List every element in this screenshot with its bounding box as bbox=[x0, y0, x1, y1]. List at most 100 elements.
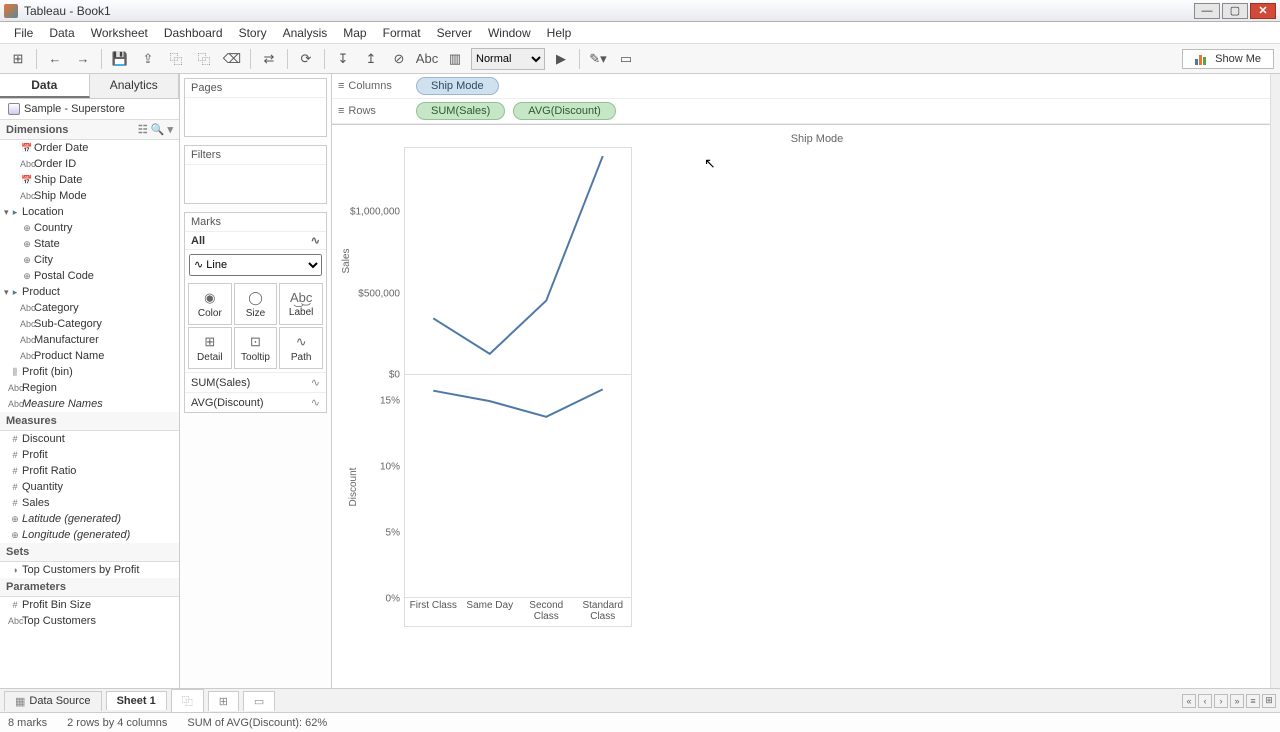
close-button[interactable]: ✕ bbox=[1250, 3, 1276, 19]
plot-discount[interactable] bbox=[405, 375, 631, 598]
tab-list-icon[interactable]: ≡ bbox=[1246, 694, 1260, 708]
undo-icon[interactable]: ← bbox=[43, 47, 67, 71]
mark-card-tooltip[interactable]: ⊡Tooltip bbox=[234, 327, 278, 369]
mark-channel[interactable]: SUM(Sales)∿ bbox=[185, 372, 326, 392]
filters-shelf[interactable]: Filters bbox=[184, 145, 327, 204]
tab-analytics[interactable]: Analytics bbox=[90, 74, 180, 98]
menu-server[interactable]: Server bbox=[429, 26, 480, 40]
pill-avg-discount[interactable]: AVG(Discount) bbox=[513, 102, 616, 120]
new-story-tab[interactable]: ▭ bbox=[243, 691, 275, 711]
menu-data[interactable]: Data bbox=[41, 26, 82, 40]
field-item[interactable]: ⫼Profit (bin) bbox=[0, 364, 179, 380]
chart-canvas[interactable]: Ship Mode Sales $0$500,000$1,000,000 Dis… bbox=[332, 125, 1270, 688]
field-item[interactable]: ⊕Postal Code bbox=[0, 268, 179, 284]
group-icon[interactable]: ⊘ bbox=[387, 47, 411, 71]
field-item[interactable]: #Quantity bbox=[0, 479, 179, 495]
mark-card-label[interactable]: A͜b͜cLabel bbox=[279, 283, 323, 325]
tab-grid-icon[interactable]: ⊞ bbox=[1262, 694, 1276, 708]
data-source-item[interactable]: Sample - Superstore bbox=[0, 99, 179, 120]
mark-channel[interactable]: AVG(Discount)∿ bbox=[185, 392, 326, 412]
field-item[interactable]: ⊕State bbox=[0, 236, 179, 252]
field-item[interactable]: ⊕Longitude (generated) bbox=[0, 527, 179, 543]
minimize-button[interactable]: — bbox=[1194, 3, 1220, 19]
menu-dashboard[interactable]: Dashboard bbox=[156, 26, 231, 40]
tab-prev-icon[interactable]: ‹ bbox=[1198, 694, 1212, 708]
mark-card-path[interactable]: ∿Path bbox=[279, 327, 323, 369]
menu-file[interactable]: File bbox=[6, 26, 41, 40]
menu-map[interactable]: Map bbox=[335, 26, 374, 40]
field-item[interactable]: AbcProduct Name bbox=[0, 348, 179, 364]
field-item[interactable]: #Discount bbox=[0, 431, 179, 447]
menu-dropdown-icon[interactable]: ▾ bbox=[167, 123, 173, 136]
field-item[interactable]: 📅Ship Date bbox=[0, 172, 179, 188]
rows-shelf[interactable]: ≡Rows SUM(Sales) AVG(Discount) bbox=[332, 99, 1270, 124]
start-page-icon[interactable]: ⊞ bbox=[6, 47, 30, 71]
duplicate-icon[interactable]: ⿻ bbox=[192, 47, 216, 71]
tab-sheet-1[interactable]: Sheet 1 bbox=[106, 691, 167, 710]
x-axis[interactable]: First ClassSame DaySecond ClassStandard … bbox=[405, 598, 631, 626]
view-cards-icon[interactable]: ▥ bbox=[443, 47, 467, 71]
swap-icon[interactable]: ⇄ bbox=[257, 47, 281, 71]
maximize-button[interactable]: ▢ bbox=[1222, 3, 1248, 19]
fit-selector[interactable]: Normal bbox=[471, 48, 545, 70]
pill-ship-mode[interactable]: Ship Mode bbox=[416, 77, 499, 95]
field-item[interactable]: AbcTop Customers bbox=[0, 613, 179, 629]
show-labels-icon[interactable]: Abc bbox=[415, 47, 439, 71]
redo-icon[interactable]: → bbox=[71, 47, 95, 71]
tab-data-source[interactable]: ▦Data Source bbox=[4, 691, 102, 711]
mark-card-color[interactable]: ◉Color bbox=[188, 283, 232, 325]
field-item[interactable]: AbcSub-Category bbox=[0, 316, 179, 332]
refresh-icon[interactable]: ⟳ bbox=[294, 47, 318, 71]
field-item[interactable]: AbcMeasure Names bbox=[0, 396, 179, 412]
tab-first-icon[interactable]: « bbox=[1182, 694, 1196, 708]
show-filter-icon[interactable]: ▭ bbox=[614, 47, 638, 71]
mark-card-detail[interactable]: ⊞Detail bbox=[188, 327, 232, 369]
pill-sum-sales[interactable]: SUM(Sales) bbox=[416, 102, 505, 120]
columns-shelf[interactable]: ≡Columns Ship Mode bbox=[332, 74, 1270, 99]
show-me-button[interactable]: Show Me bbox=[1182, 49, 1274, 69]
new-dashboard-tab[interactable]: ⊞ bbox=[208, 691, 239, 711]
plot-sales[interactable] bbox=[405, 148, 631, 375]
menu-format[interactable]: Format bbox=[375, 26, 429, 40]
field-item[interactable]: ⊕Latitude (generated) bbox=[0, 511, 179, 527]
save-icon[interactable]: 💾 bbox=[108, 47, 132, 71]
menu-story[interactable]: Story bbox=[231, 26, 275, 40]
menu-window[interactable]: Window bbox=[480, 26, 539, 40]
field-item[interactable]: AbcShip Mode bbox=[0, 188, 179, 204]
field-item[interactable]: AbcCategory bbox=[0, 300, 179, 316]
field-item[interactable]: ▾▸Product bbox=[0, 284, 179, 300]
field-item[interactable]: AbcManufacturer bbox=[0, 332, 179, 348]
y-axis-sales[interactable]: Sales $0$500,000$1,000,000 bbox=[332, 147, 404, 375]
new-worksheet-tab[interactable]: ⿻ bbox=[171, 689, 204, 712]
search-icon[interactable]: 🔍 bbox=[151, 123, 165, 136]
menu-worksheet[interactable]: Worksheet bbox=[83, 26, 156, 40]
pages-shelf[interactable]: Pages bbox=[184, 78, 327, 137]
tab-last-icon[interactable]: » bbox=[1230, 694, 1244, 708]
vertical-scrollbar[interactable] bbox=[1270, 74, 1280, 688]
new-data-icon[interactable]: ⇪ bbox=[136, 47, 160, 71]
field-item[interactable]: #Sales bbox=[0, 495, 179, 511]
field-item[interactable]: ⊕Country bbox=[0, 220, 179, 236]
sort-asc-icon[interactable]: ↧ bbox=[331, 47, 355, 71]
menu-help[interactable]: Help bbox=[539, 26, 580, 40]
menu-analysis[interactable]: Analysis bbox=[275, 26, 336, 40]
field-item[interactable]: ⊕City bbox=[0, 252, 179, 268]
field-item[interactable]: 📅Order Date bbox=[0, 140, 179, 156]
tab-data[interactable]: Data bbox=[0, 74, 90, 98]
clear-icon[interactable]: ⌫ bbox=[220, 47, 244, 71]
tab-next-icon[interactable]: › bbox=[1214, 694, 1228, 708]
field-item[interactable]: ◑Top Customers by Profit bbox=[0, 562, 179, 578]
y-axis-discount[interactable]: Discount 0%5%10%15% bbox=[332, 375, 404, 599]
presentation-icon[interactable]: ▶ bbox=[549, 47, 573, 71]
field-item[interactable]: #Profit bbox=[0, 447, 179, 463]
mark-type-selector[interactable]: ∿ Line bbox=[189, 254, 322, 276]
field-item[interactable]: #Profit Ratio bbox=[0, 463, 179, 479]
highlight-icon[interactable]: ✎▾ bbox=[586, 47, 610, 71]
sort-desc-icon[interactable]: ↥ bbox=[359, 47, 383, 71]
field-item[interactable]: #Profit Bin Size bbox=[0, 597, 179, 613]
mark-card-size[interactable]: ◯Size bbox=[234, 283, 278, 325]
field-item[interactable]: AbcOrder ID bbox=[0, 156, 179, 172]
new-worksheet-icon[interactable]: ⿻ bbox=[164, 47, 188, 71]
field-item[interactable]: AbcRegion bbox=[0, 380, 179, 396]
marks-all-row[interactable]: All∿ bbox=[185, 232, 326, 250]
